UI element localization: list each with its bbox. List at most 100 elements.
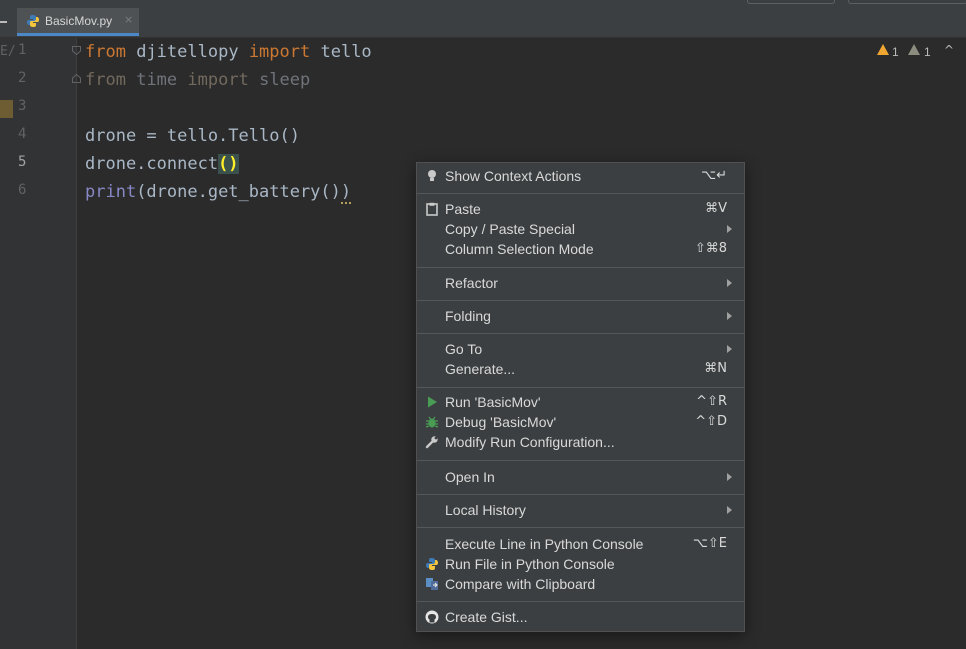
minimize-icon[interactable] — [0, 21, 7, 23]
menu-separator — [417, 300, 744, 301]
menu-label: Execute Line in Python Console — [445, 536, 644, 552]
line-number: 2 — [18, 70, 27, 86]
tab-label: BasicMov.py — [45, 14, 113, 28]
menu-label: Run 'BasicMov' — [445, 394, 541, 410]
gutter-cut-label: E/ — [0, 44, 16, 59]
menu-separator — [417, 387, 744, 388]
compare-icon — [426, 578, 438, 590]
fold-end-icon[interactable] — [72, 74, 81, 83]
menu-item-go-to[interactable]: Go To — [417, 339, 744, 359]
menu-item-modify-run-config[interactable]: Modify Run Configuration... — [417, 432, 744, 452]
warning-icon[interactable] — [877, 44, 889, 55]
menu-label: Local History — [445, 502, 526, 518]
line-number: 4 — [18, 126, 27, 142]
tab-basicmov[interactable]: BasicMov.py × — [17, 8, 139, 36]
menu-shortcut: ⌥↵ — [701, 168, 727, 183]
menu-item-execute-line[interactable]: Execute Line in Python Console ⌥⇧E — [417, 534, 744, 554]
menu-item-open-in[interactable]: Open In — [417, 467, 744, 487]
menu-item-run[interactable]: Run 'BasicMov' ^⇧R — [417, 392, 744, 412]
editor-gutter — [0, 38, 77, 649]
menu-label: Open In — [445, 469, 495, 485]
keyword: import — [187, 70, 249, 90]
menu-label: Folding — [445, 308, 491, 324]
code-line-4[interactable]: drone = tello.Tello() — [85, 126, 300, 146]
submenu-arrow-icon — [727, 473, 732, 481]
menu-label: Go To — [445, 341, 483, 357]
menu-separator — [417, 601, 744, 602]
menu-item-folding[interactable]: Folding — [417, 306, 744, 326]
weak-warning-icon[interactable] — [908, 44, 920, 55]
submenu-arrow-icon — [727, 225, 732, 233]
menu-item-run-file-console[interactable]: Run File in Python Console — [417, 554, 744, 574]
change-marker — [0, 100, 13, 118]
editor-context-menu: Show Context Actions ⌥↵ Paste ⌘V Copy / … — [416, 162, 745, 632]
weak-warning-count[interactable]: 1 — [924, 45, 931, 59]
lightbulb-icon — [428, 170, 436, 181]
keyword: from — [85, 70, 126, 90]
menu-shortcut: ⇧⌘8 — [694, 241, 727, 256]
import-name: tello — [320, 42, 372, 62]
menu-shortcut: ^⇧R — [696, 394, 727, 409]
menu-separator — [417, 333, 744, 334]
chevron-up-icon[interactable]: ^ — [944, 43, 954, 57]
toolbar-controls[interactable] — [848, 0, 966, 4]
fold-start-icon[interactable] — [72, 46, 81, 55]
debug-bug-icon — [425, 416, 439, 428]
menu-shortcut: ^⇧D — [695, 414, 727, 429]
menu-shortcut: ⌘N — [704, 361, 727, 376]
submenu-arrow-icon — [727, 506, 732, 514]
code-line-2[interactable]: from time import sleep — [85, 70, 310, 90]
menu-separator — [417, 494, 744, 495]
menu-item-generate[interactable]: Generate... ⌘N — [417, 359, 744, 379]
code-line-5[interactable]: drone.connect() — [85, 154, 239, 174]
submenu-arrow-icon — [727, 345, 732, 353]
warning-squiggle: ) — [340, 182, 352, 204]
code-text: (drone.get_battery() — [136, 182, 341, 202]
menu-separator — [417, 460, 744, 461]
menu-item-compare-clipboard[interactable]: Compare with Clipboard — [417, 574, 744, 594]
menu-label: Copy / Paste Special — [445, 221, 575, 237]
menu-label: Run File in Python Console — [445, 556, 615, 572]
wrench-icon — [425, 436, 438, 449]
menu-separator — [417, 267, 744, 268]
menu-label: Paste — [445, 201, 481, 217]
line-number: 1 — [18, 42, 27, 58]
line-number: 6 — [18, 182, 27, 198]
line-number: 3 — [18, 98, 27, 114]
editor-tab-bar: BasicMov.py × — [0, 8, 966, 38]
menu-label: Create Gist... — [445, 609, 528, 625]
line-number-active: 5 — [18, 154, 27, 170]
close-icon[interactable]: × — [124, 13, 133, 26]
run-icon — [428, 396, 437, 408]
code-line-6[interactable]: print(drone.get_battery()) — [85, 182, 352, 204]
clipboard-icon — [426, 202, 438, 216]
python-file-icon — [27, 15, 39, 27]
keyword: from — [85, 42, 126, 62]
import-name: sleep — [259, 70, 311, 90]
submenu-arrow-icon — [727, 279, 732, 287]
menu-item-debug[interactable]: Debug 'BasicMov' ^⇧D — [417, 412, 744, 432]
warning-count[interactable]: 1 — [892, 45, 899, 59]
python-icon — [426, 558, 438, 570]
menu-item-create-gist[interactable]: Create Gist... — [417, 607, 744, 627]
menu-item-show-context-actions[interactable]: Show Context Actions ⌥↵ — [417, 166, 744, 186]
menu-item-paste[interactable]: Paste ⌘V — [417, 199, 744, 219]
menu-item-refactor[interactable]: Refactor — [417, 273, 744, 293]
code-line-1[interactable]: from djitellopy import tello — [85, 42, 372, 62]
github-icon — [425, 610, 439, 624]
menu-label: Column Selection Mode — [445, 241, 594, 257]
menu-separator — [417, 527, 744, 528]
menu-item-column-selection[interactable]: Column Selection Mode ⇧⌘8 — [417, 239, 744, 259]
menu-item-local-history[interactable]: Local History — [417, 500, 744, 520]
menu-shortcut: ⌘V — [705, 201, 727, 216]
keyword: import — [248, 42, 311, 62]
brace-highlight: () — [218, 154, 239, 174]
menu-label: Generate... — [445, 361, 516, 377]
builtin-function: print — [85, 182, 137, 202]
menu-label: Modify Run Configuration... — [445, 434, 615, 450]
menu-item-copy-paste-special[interactable]: Copy / Paste Special — [417, 219, 744, 239]
menu-shortcut: ⌥⇧E — [692, 536, 727, 551]
menu-label: Show Context Actions — [445, 168, 582, 184]
toolbar-config-selector[interactable] — [747, 0, 835, 4]
menu-label: Debug 'BasicMov' — [445, 414, 557, 430]
